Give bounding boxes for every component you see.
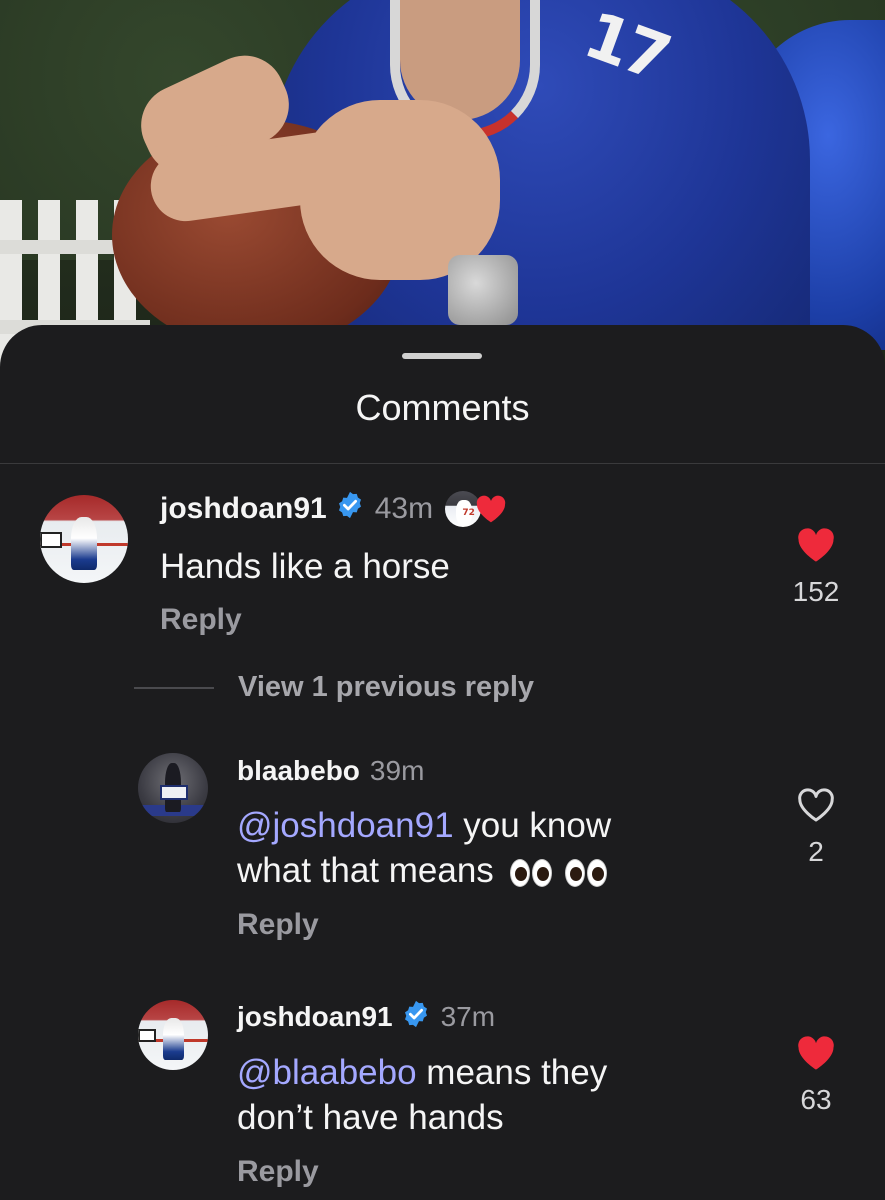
view-previous-replies-button[interactable]: View 1 previous reply — [134, 671, 534, 704]
like-count: 63 — [800, 1084, 832, 1115]
reply-button[interactable]: Reply — [160, 603, 242, 637]
like-count: 2 — [808, 836, 824, 867]
liked-by-author-indicator: 72 — [445, 489, 515, 529]
reply-timestamp: 39m — [369, 755, 425, 786]
avatar[interactable] — [40, 495, 128, 583]
heart-filled-icon — [798, 528, 834, 562]
reply-text: @joshdoan91 you know what that means — [237, 806, 612, 890]
heart-outline-icon — [798, 788, 834, 822]
avatar[interactable] — [138, 753, 208, 823]
mention-link[interactable]: @joshdoan91 — [237, 806, 454, 845]
avatar[interactable] — [138, 1000, 208, 1070]
verified-badge-icon — [401, 999, 431, 1036]
like-button[interactable]: 63 — [776, 1035, 856, 1116]
reply-button[interactable]: Reply — [237, 908, 319, 942]
reply-text: @blaabebo means they don’t have hands — [237, 1053, 608, 1137]
heart-icon — [475, 495, 507, 531]
reply-button[interactable]: Reply — [237, 1155, 319, 1189]
reply-username[interactable]: joshdoan91 — [237, 1001, 393, 1033]
eyes-emoji-icon — [565, 858, 609, 887]
comments-sheet: Comments joshdoan91 43m 72 Hands like a … — [0, 325, 885, 1200]
comment-timestamp: 43m — [374, 492, 434, 525]
comment: joshdoan91 43m 72 Hands like a horse Rep… — [0, 325, 885, 665]
comment-username[interactable]: joshdoan91 — [160, 492, 327, 526]
reply-username[interactable]: blaabebo — [237, 755, 360, 787]
watch-image — [448, 255, 518, 325]
like-button[interactable]: 152 — [776, 527, 856, 608]
heart-filled-icon — [798, 1036, 834, 1070]
like-button[interactable]: 2 — [776, 787, 856, 868]
reply-timestamp: 37m — [440, 1001, 496, 1032]
verified-badge-icon — [335, 490, 365, 528]
mention-link[interactable]: @blaabebo — [237, 1053, 417, 1092]
comment-text: Hands like a horse — [160, 547, 450, 586]
like-count: 152 — [792, 576, 840, 607]
eyes-emoji-icon — [509, 858, 554, 887]
view-previous-replies-label: View 1 previous reply — [238, 671, 535, 703]
